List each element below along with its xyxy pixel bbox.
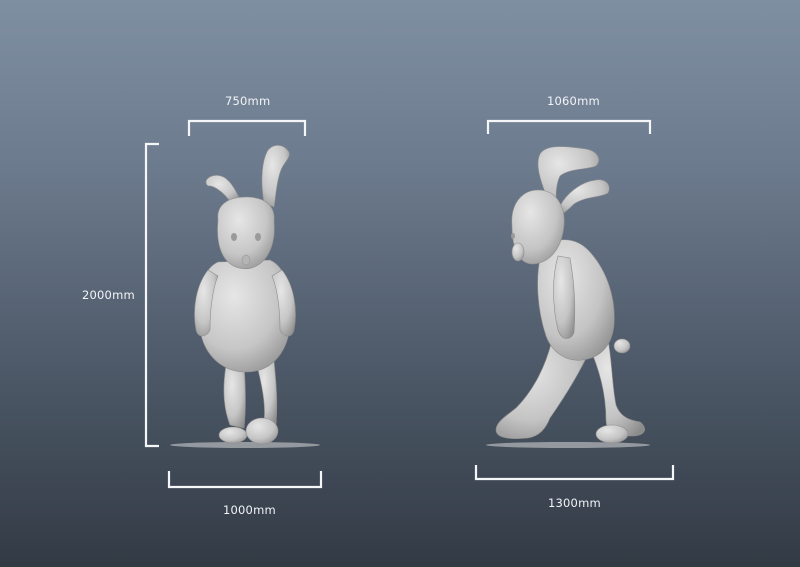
rabbit-side-view-figure — [486, 146, 650, 448]
